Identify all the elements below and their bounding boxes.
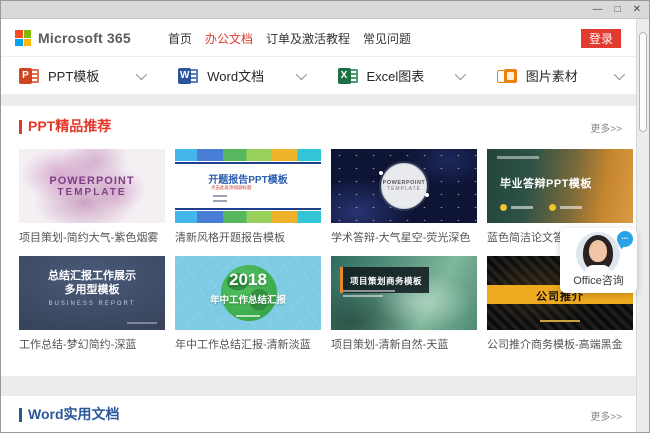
category-bar: P PPT模板 W Word文档 X Excel图表: [1, 57, 638, 94]
chevron-down-icon: [614, 68, 625, 79]
chat-bubble-icon: •••: [617, 231, 633, 247]
template-thumbnail: 项目策划商务模板: [331, 256, 477, 330]
powerpoint-icon: P: [19, 66, 40, 86]
template-card[interactable]: POWERPOINT TEMPLATE 项目策划-简约大气-紫色烟雾: [19, 149, 165, 245]
template-caption: 项目策划-简约大气-紫色烟雾: [19, 229, 165, 245]
brand-title: Microsoft 365: [38, 30, 131, 46]
chevron-down-icon: [136, 68, 147, 79]
nav-item-faq[interactable]: 常见问题: [363, 30, 411, 47]
category-excel-charts[interactable]: X Excel图表: [320, 57, 479, 94]
app-header: Microsoft 365 首页 办公文档 订单及激活教程 常见问题 登录: [1, 19, 638, 57]
office-consult-widget[interactable]: ••• Office咨询: [560, 228, 637, 293]
nav-item-office-docs[interactable]: 办公文档: [205, 30, 253, 47]
more-link[interactable]: 更多>>: [590, 120, 622, 135]
maximize-icon[interactable]: □: [615, 5, 621, 15]
template-caption: 学术答辩-大气星空-荧光深色: [331, 229, 477, 245]
consultant-avatar: [576, 232, 620, 276]
close-icon[interactable]: ✕: [633, 5, 641, 15]
scrollbar-thumb[interactable]: [639, 32, 647, 132]
template-caption: 项目策划-清新自然-天蓝: [331, 336, 477, 352]
template-caption: 公司推介商务模板-高端黑金: [487, 336, 633, 352]
image-icon: [497, 66, 518, 86]
section-word-docs: Word实用文档 更多>>: [1, 396, 638, 433]
chevron-down-icon: [455, 68, 466, 79]
template-caption: 年中工作总结汇报-清新淡蓝: [175, 336, 321, 352]
section-accent-bar: [19, 120, 22, 134]
chevron-down-icon: [295, 68, 306, 79]
template-card[interactable]: 项目策划商务模板 项目策划-清新自然-天蓝: [331, 256, 477, 352]
consult-label: Office咨询: [560, 272, 637, 288]
template-thumbnail: POWERPOINT TEMPLATE: [19, 149, 165, 223]
template-card[interactable]: 总结汇报工作展示 多用型模板 BUSINESS REPORT 工作总结-梦幻简约…: [19, 256, 165, 352]
category-word-docs[interactable]: W Word文档: [160, 57, 319, 94]
template-thumbnail: 2018 年中工作总结汇报: [175, 256, 321, 330]
more-link[interactable]: 更多>>: [590, 408, 622, 423]
vertical-scrollbar[interactable]: [636, 19, 649, 432]
template-caption: 工作总结-梦幻简约-深蓝: [19, 336, 165, 352]
category-image-assets[interactable]: 图片素材: [479, 57, 638, 94]
template-card[interactable]: 2018 年中工作总结汇报 年中工作总结汇报-清新淡蓝: [175, 256, 321, 352]
template-card[interactable]: POWERPOINT TEMPLATE 学术答辩-大气星空-荧光深色: [331, 149, 477, 245]
word-icon: W: [178, 66, 199, 86]
section-title: Word实用文档: [28, 404, 120, 424]
nav-item-orders-activation[interactable]: 订单及激活教程: [266, 30, 350, 47]
nav-item-home[interactable]: 首页: [168, 30, 192, 47]
minimize-icon[interactable]: —: [593, 5, 603, 15]
main-nav: 首页 办公文档 订单及激活教程 常见问题: [168, 19, 411, 57]
template-thumbnail: 开题报告PPT模板 点击此处添加副标题: [175, 149, 321, 223]
login-button[interactable]: 登录: [581, 29, 621, 48]
template-thumbnail: 总结汇报工作展示 多用型模板 BUSINESS REPORT: [19, 256, 165, 330]
template-card[interactable]: 开题报告PPT模板 点击此处添加副标题 清新风格开题报告模板: [175, 149, 321, 245]
section-title: PPT精品推荐: [28, 116, 111, 136]
category-ppt-templates[interactable]: P PPT模板: [1, 57, 160, 94]
title-bar: — □ ✕: [1, 1, 649, 19]
section-ppt-featured: PPT精品推荐 更多>> POWERPOINT TEMPLATE 项目策划-简约…: [1, 106, 638, 376]
window-controls: — □ ✕: [593, 1, 641, 18]
excel-icon: X: [338, 66, 359, 86]
template-thumbnail: 毕业答辩PPT模板: [487, 149, 633, 223]
microsoft-logo-icon: [15, 30, 31, 46]
app-window: — □ ✕ Microsoft 365 首页 办公文档 订单及激活教程 常见问题…: [0, 0, 650, 433]
template-caption: 清新风格开题报告模板: [175, 229, 321, 245]
template-thumbnail: POWERPOINT TEMPLATE: [331, 149, 477, 223]
section-accent-bar: [19, 408, 22, 422]
